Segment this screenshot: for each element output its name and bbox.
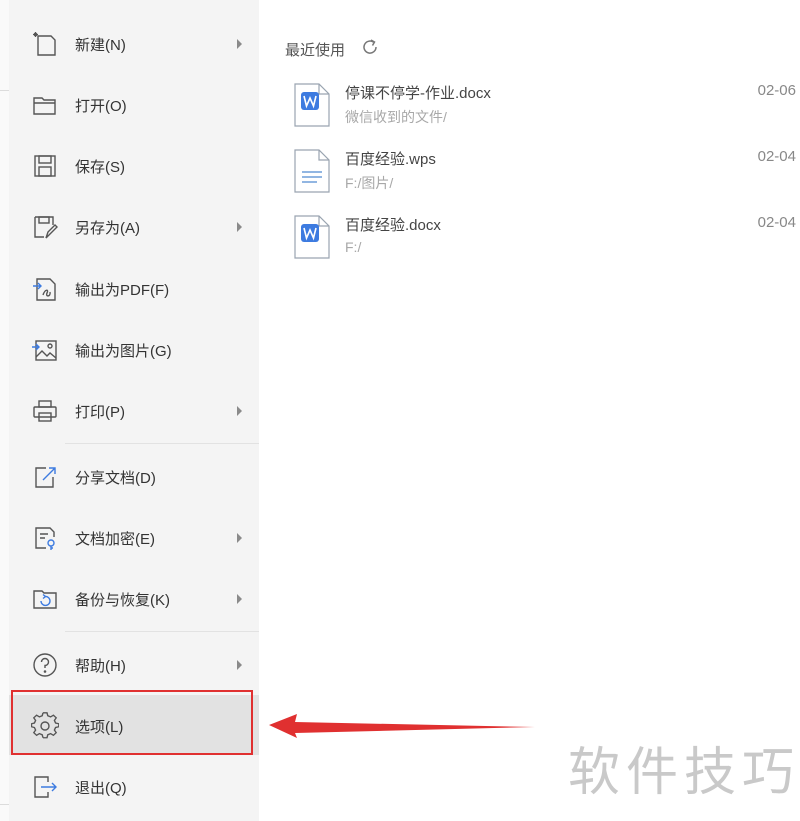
- menu-item-label: 分享文档(D): [75, 470, 156, 487]
- menu-item-new[interactable]: 新建(N): [9, 13, 259, 73]
- menu-item-save[interactable]: 保存(S): [9, 135, 259, 195]
- file-date: 02-04: [757, 148, 796, 165]
- menu-divider: [65, 631, 259, 632]
- divider: [0, 90, 9, 91]
- menu-item-label: 保存(S): [75, 159, 125, 176]
- file-path: F:/: [345, 239, 362, 255]
- encrypt-document-icon: [31, 524, 59, 552]
- watermark-text: 软件技巧: [568, 743, 800, 803]
- menu-item-label: 打印(P): [75, 404, 125, 421]
- word-document-icon: [293, 214, 331, 260]
- menu-item-label: 退出(Q): [75, 780, 127, 797]
- backup-restore-icon: [31, 585, 59, 613]
- menu-item-label: 备份与恢复(K): [75, 592, 170, 609]
- exit-icon: [31, 773, 59, 801]
- chevron-right-icon: [237, 222, 242, 232]
- word-document-icon: [293, 82, 331, 128]
- menu-item-export-image[interactable]: 输出为图片(G): [9, 319, 259, 379]
- menu-item-open[interactable]: 打开(O): [9, 74, 259, 134]
- wps-document-icon: [293, 148, 331, 194]
- menu-item-label: 打开(O): [75, 98, 127, 115]
- share-icon: [31, 463, 59, 491]
- menu-item-label: 帮助(H): [75, 658, 126, 675]
- menu-item-save-as[interactable]: 另存为(A): [9, 196, 259, 256]
- recent-file-item[interactable]: 百度经验.wps F:/图片/ 02-04: [285, 148, 800, 208]
- annotation-highlight-box: [11, 690, 253, 755]
- menu-item-label: 输出为PDF(F): [75, 282, 170, 299]
- menu-item-label: 输出为图片(G): [75, 343, 172, 360]
- recent-files-title: 最近使用: [285, 42, 346, 59]
- chevron-right-icon: [237, 406, 242, 416]
- save-icon: [31, 152, 59, 180]
- chevron-right-icon: [237, 660, 242, 670]
- file-name: 百度经验.docx: [345, 217, 441, 234]
- menu-item-label: 新建(N): [75, 37, 126, 54]
- menu-item-share[interactable]: 分享文档(D): [9, 446, 259, 506]
- menu-divider: [65, 443, 259, 444]
- menu-item-backup-restore[interactable]: 备份与恢复(K): [9, 568, 259, 628]
- chevron-right-icon: [237, 594, 242, 604]
- file-name: 停课不停学-作业.docx: [345, 85, 491, 102]
- file-path: F:/图片/: [345, 175, 394, 191]
- printer-icon: [31, 397, 59, 425]
- menu-item-export-pdf[interactable]: 输出为PDF(F): [9, 258, 259, 318]
- menu-item-label: 文档加密(E): [75, 531, 155, 548]
- file-date: 02-04: [757, 214, 796, 231]
- save-as-icon: [31, 213, 59, 241]
- annotation-arrow: [269, 714, 535, 738]
- export-pdf-icon: [31, 275, 59, 303]
- file-path: 微信收到的文件/: [345, 109, 447, 125]
- window-edge: [0, 0, 9, 821]
- export-image-icon: [31, 336, 59, 364]
- divider: [0, 804, 9, 805]
- recent-file-item[interactable]: 百度经验.docx F:/ 02-04: [285, 214, 800, 274]
- menu-item-exit[interactable]: 退出(Q): [9, 756, 259, 816]
- folder-open-icon: [31, 91, 59, 119]
- file-name: 百度经验.wps: [345, 151, 436, 168]
- new-document-icon: [31, 30, 59, 58]
- help-icon: [31, 651, 59, 679]
- menu-item-help[interactable]: 帮助(H): [9, 634, 259, 694]
- menu-item-label: 另存为(A): [75, 220, 140, 237]
- menu-item-encrypt[interactable]: 文档加密(E): [9, 507, 259, 567]
- refresh-icon[interactable]: [360, 37, 380, 57]
- chevron-right-icon: [237, 39, 242, 49]
- file-date: 02-06: [757, 82, 796, 99]
- chevron-right-icon: [237, 533, 242, 543]
- recent-file-item[interactable]: 停课不停学-作业.docx 微信收到的文件/ 02-06: [285, 82, 800, 142]
- menu-item-print[interactable]: 打印(P): [9, 380, 259, 440]
